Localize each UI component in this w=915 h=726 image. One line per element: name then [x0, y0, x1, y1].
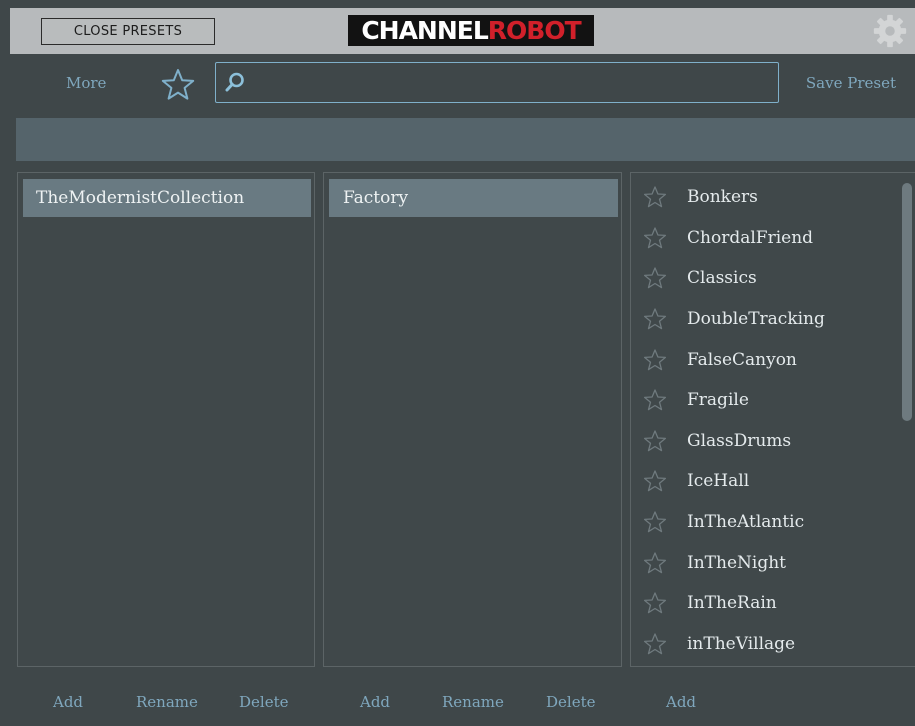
preset-list-items: Bonkers ChordalFriend Classics DoubleTracki… [631, 177, 901, 664]
star-outline-icon[interactable] [643, 266, 667, 290]
bank-item-selected[interactable]: TheModernistCollection [23, 179, 311, 217]
close-presets-button[interactable]: CLOSE PRESETS [41, 18, 215, 45]
star-outline-icon[interactable] [643, 388, 667, 412]
logo-text-channel: CHANNEL [361, 16, 488, 45]
preset-item[interactable]: inTheVillage [631, 624, 901, 665]
gear-icon[interactable] [871, 12, 909, 50]
category-list: Factory [323, 172, 622, 667]
preset-list: Bonkers ChordalFriend Classics DoubleTracki… [630, 172, 915, 667]
preset-item[interactable]: Bonkers [631, 177, 901, 218]
star-outline-icon[interactable] [643, 551, 667, 575]
preset-name: FalseCanyon [687, 349, 797, 370]
search-icon [225, 72, 244, 92]
preset-name: inTheVillage [687, 633, 796, 654]
category-item-selected[interactable]: Factory [329, 179, 618, 217]
star-outline-icon[interactable] [643, 429, 667, 453]
preset-item[interactable]: InTheRain [631, 583, 901, 624]
preset-item[interactable]: Classics [631, 258, 901, 299]
star-outline-icon[interactable] [643, 348, 667, 372]
bank-delete-button[interactable]: Delete [239, 693, 288, 711]
star-outline-icon[interactable] [643, 307, 667, 331]
bank-add-button[interactable]: Add [53, 693, 83, 711]
top-bar: CLOSE PRESETS CHANNEL ROBOT [10, 8, 915, 54]
preset-name: InTheAtlantic [687, 512, 805, 533]
preset-name: InTheNight [687, 552, 786, 573]
preset-name: Bonkers [687, 187, 758, 208]
preset-item[interactable]: IceHall [631, 461, 901, 502]
preset-name: IceHall [687, 471, 750, 492]
preset-item[interactable]: InTheNight [631, 542, 901, 583]
favorites-star-icon[interactable] [161, 68, 195, 102]
bank-rename-button[interactable]: Rename [136, 693, 198, 711]
star-outline-icon[interactable] [643, 226, 667, 250]
preset-item[interactable]: ChordalFriend [631, 218, 901, 259]
logo-text-robot: ROBOT [487, 16, 582, 45]
preset-item[interactable]: DoubleTracking [631, 299, 901, 340]
search-input[interactable] [252, 67, 776, 99]
star-outline-icon[interactable] [643, 632, 667, 656]
preset-name: InTheRain [687, 593, 777, 614]
star-outline-icon[interactable] [643, 510, 667, 534]
bank-list: TheModernistCollection [17, 172, 315, 667]
preset-name: Fragile [687, 390, 749, 411]
preset-list-scrollbar[interactable] [902, 183, 912, 421]
preset-add-button[interactable]: Add [666, 693, 696, 711]
category-delete-button[interactable]: Delete [546, 693, 595, 711]
preset-item[interactable]: FalseCanyon [631, 339, 901, 380]
preset-name: Classics [687, 268, 757, 289]
preset-item[interactable]: GlassDrums [631, 421, 901, 462]
category-rename-button[interactable]: Rename [442, 693, 504, 711]
preset-name: DoubleTracking [687, 309, 825, 330]
channelrobot-logo: CHANNEL ROBOT [348, 15, 594, 46]
more-button[interactable]: More [66, 74, 106, 92]
search-box[interactable] [215, 62, 779, 103]
header-band [16, 118, 915, 161]
save-preset-button[interactable]: Save Preset [806, 74, 896, 92]
star-outline-icon[interactable] [643, 185, 667, 209]
preset-name: ChordalFriend [687, 227, 814, 248]
preset-item[interactable]: InTheAtlantic [631, 502, 901, 543]
preset-browser: CLOSE PRESETS CHANNEL ROBOT More Save Pr… [0, 0, 915, 726]
star-outline-icon[interactable] [643, 591, 667, 615]
preset-item[interactable]: Fragile [631, 380, 901, 421]
star-outline-icon[interactable] [643, 469, 667, 493]
category-add-button[interactable]: Add [360, 693, 390, 711]
preset-name: GlassDrums [687, 430, 792, 451]
